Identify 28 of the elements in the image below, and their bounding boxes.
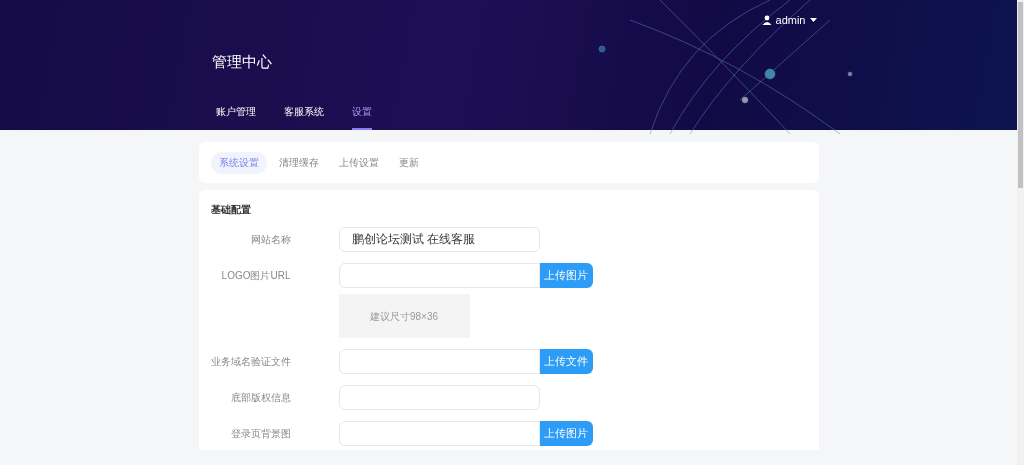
- scrollbar[interactable]: [1017, 0, 1024, 465]
- nav-tab[interactable]: 客服系统: [283, 104, 324, 130]
- input-field[interactable]: [338, 349, 540, 374]
- input-field[interactable]: [338, 385, 540, 410]
- upload-button[interactable]: 上传文件: [539, 349, 593, 374]
- nav-tab[interactable]: 账户管理: [215, 104, 256, 130]
- upload-button[interactable]: 上传图片: [539, 421, 593, 446]
- settings-tab[interactable]: 上传设置: [330, 151, 387, 174]
- user-icon: [761, 15, 772, 26]
- field-label: LOGO图片URL: [220, 269, 292, 283]
- user-menu[interactable]: admin: [761, 12, 817, 29]
- settings-tab[interactable]: 清理缓存: [270, 151, 327, 174]
- input-field[interactable]: [338, 421, 540, 446]
- input-field[interactable]: 鹏创论坛测试 在线客服: [338, 227, 540, 252]
- settings-tab[interactable]: 系统设置: [210, 151, 267, 174]
- upload-button[interactable]: 上传图片: [539, 263, 593, 288]
- input-field[interactable]: [338, 263, 540, 288]
- nav-tab[interactable]: 设置: [351, 104, 372, 130]
- settings-tab[interactable]: 更新: [390, 151, 427, 174]
- page-title: 管理中心: [210, 51, 273, 72]
- field-label: 网站名称: [249, 233, 292, 247]
- user-name: admin: [775, 13, 806, 28]
- field-label: 底部版权信息: [229, 391, 292, 405]
- field-label: 登录页背景图: [229, 427, 292, 441]
- image-upload-field[interactable]: 建议尺寸98×36: [338, 294, 470, 338]
- field-label: 业务域名验证文件: [210, 355, 292, 369]
- caret-icon: [809, 18, 817, 23]
- section-title: 基础配置: [210, 203, 252, 217]
